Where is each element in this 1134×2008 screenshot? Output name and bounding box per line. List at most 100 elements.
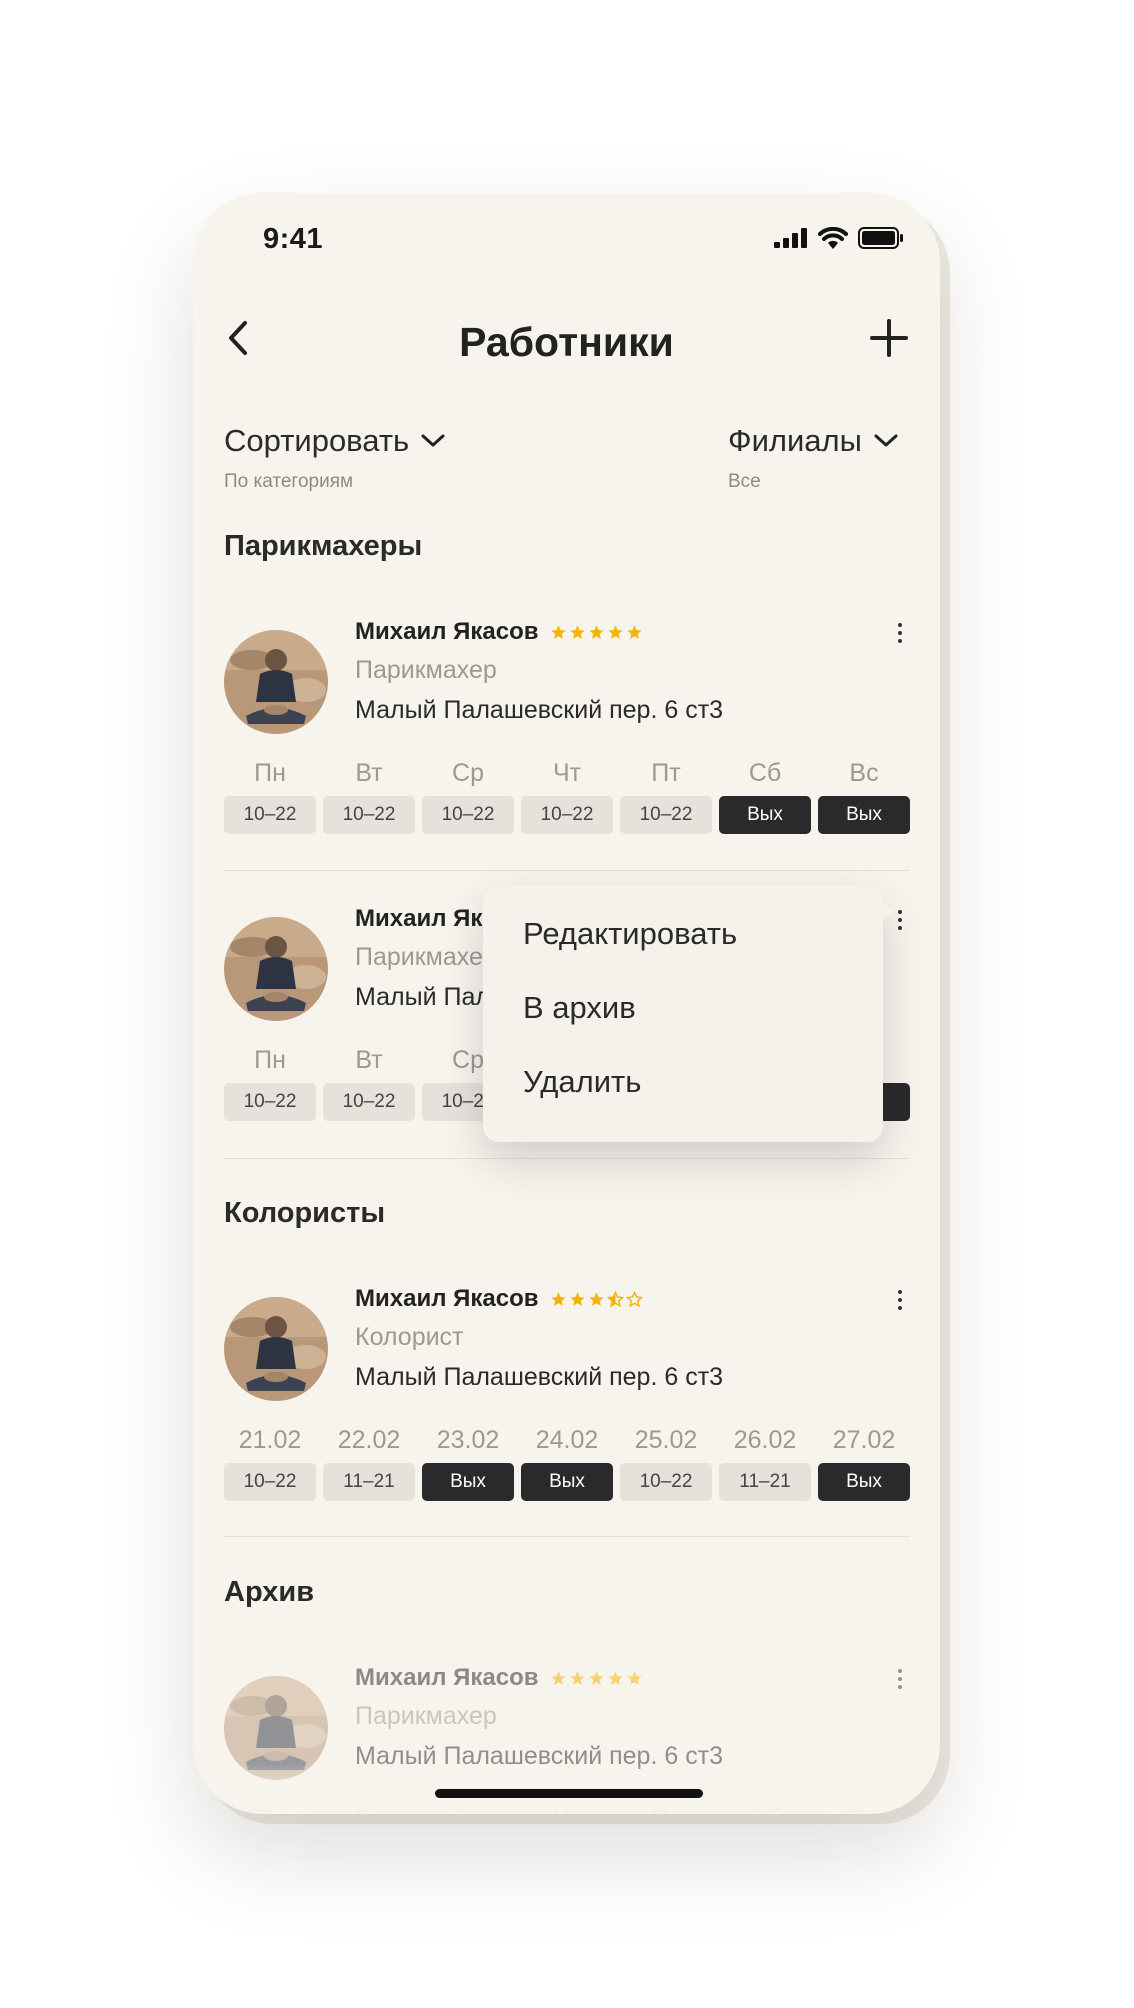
star-filled-icon (589, 1291, 605, 1306)
employee-address: Малый Палашевский пер. 6 ст3 (355, 696, 724, 724)
schedule-day: 23.02 Вых (422, 1423, 514, 1501)
employee-name: Михаил Якасов (355, 618, 539, 645)
status-icons (774, 227, 904, 249)
schedule-day-off-badge: Вых (521, 1463, 613, 1501)
section-title-colorists: Колористы (224, 1197, 386, 1229)
schedule-day-hours: 10–22 (224, 796, 316, 834)
schedule-day-label: 27.02 (832, 1426, 896, 1454)
star-filled-icon (551, 1670, 567, 1685)
nav-bar: Работники (193, 303, 940, 383)
schedule-row: 21.02 10–22 22.02 11–21 23.02 Вых 24.02 Вых 25.0… (224, 1423, 910, 1501)
schedule-day-label: 25.02 (634, 1426, 698, 1454)
employee-name: Михаил Якасов (355, 1285, 539, 1312)
star-filled-icon (551, 1291, 567, 1306)
status-time: 9:41 (263, 223, 324, 255)
schedule-day-hours: 11–21 (719, 1463, 811, 1501)
schedule-day-label: 24.02 (535, 1426, 599, 1454)
avatar-photo (224, 630, 328, 734)
star-filled-icon (570, 624, 586, 639)
rating-stars (550, 1670, 643, 1687)
page-title: Работники (459, 319, 674, 365)
schedule-day-label: Чт (552, 759, 582, 787)
schedule-day-hours: 10–22 (224, 1463, 316, 1501)
more-options-icon[interactable] (890, 618, 910, 648)
divider (224, 1536, 910, 1537)
schedule-day-hours: 10–22 (521, 796, 613, 834)
schedule-day: Ср 10–22 (422, 756, 514, 834)
schedule-row: Пн 10–22 Вт 10–22 Ср 10–22 Чт 10–22 Пт 10–22 Сб Вых… (224, 756, 910, 834)
more-options-icon[interactable] (890, 1285, 910, 1315)
schedule-day-hours: 10–22 (620, 796, 712, 834)
schedule-day: Вс Вых (818, 756, 910, 834)
schedule-day-hours: 10–22 (224, 1083, 316, 1121)
avatar (224, 917, 328, 1021)
schedule-day-label: 23.02 (436, 1426, 500, 1454)
schedule-day-label: 26.02 (733, 1426, 797, 1454)
schedule-day-label: 21.02 (238, 1426, 302, 1454)
schedule-day: 21.02 10–22 (224, 1423, 316, 1501)
schedule-day: Сб Вых (719, 756, 811, 834)
schedule-day-label: Вт (355, 1046, 383, 1074)
schedule-day-hours: 10–22 (422, 796, 514, 834)
menu-item-edit[interactable]: Редактировать (523, 916, 737, 952)
more-options-icon[interactable] (890, 905, 910, 935)
sort-filter[interactable]: Сортировать По категориям (224, 423, 445, 493)
sort-filter-value: По категориям (224, 471, 354, 492)
schedule-day-label: Сб (748, 759, 782, 787)
avatar-photo (224, 917, 328, 1021)
home-indicator[interactable] (435, 1789, 703, 1798)
schedule-day-hours: 10–22 (323, 1083, 415, 1121)
schedule-day-label: Пн (254, 1046, 286, 1074)
add-employee-button[interactable] (864, 313, 914, 363)
sort-filter-label: Сортировать (224, 423, 410, 458)
section-title-archive: Архив (224, 1576, 315, 1608)
schedule-day: 27.02 Вых (818, 1423, 910, 1501)
schedule-day-off-badge: Вых (422, 1463, 514, 1501)
cellular-signal-icon (774, 228, 807, 248)
divider (224, 870, 910, 871)
schedule-day: 26.02 11–21 (719, 1423, 811, 1501)
schedule-day-off-badge: Вых (818, 1463, 910, 1501)
schedule-day: 25.02 10–22 (620, 1423, 712, 1501)
avatar (224, 630, 328, 734)
schedule-day-hours: 10–22 (323, 796, 415, 834)
employee-name: Михаил Якасов (355, 1664, 539, 1691)
more-options-icon[interactable] (890, 1664, 910, 1694)
phone-screen: 9:41 Работники Сортировать По категориям… (193, 193, 940, 1814)
schedule-day: Вт 10–22 (323, 1043, 415, 1121)
star-filled-icon (551, 624, 567, 639)
star-filled-icon (589, 1670, 605, 1685)
branches-filter[interactable]: Филиалы Все (728, 423, 898, 493)
context-menu: Редактировать В архив Удалить (483, 886, 893, 1142)
schedule-day: Вт 10–22 (323, 756, 415, 834)
avatar (224, 1297, 328, 1401)
section-title-hairdressers: Парикмахеры (224, 530, 423, 562)
schedule-day-label: Пт (651, 759, 681, 787)
schedule-day-hours: 10–22 (620, 1463, 712, 1501)
chevron-down-icon (874, 434, 898, 447)
schedule-day: Пн 10–22 (224, 1043, 316, 1121)
star-filled-icon (570, 1670, 586, 1685)
branches-filter-label: Филиалы (728, 423, 862, 458)
avatar-photo (224, 1297, 328, 1401)
star-filled-icon (627, 1670, 643, 1685)
employee-role: Парикмахер (355, 1702, 497, 1730)
schedule-day-off-badge: Вых (818, 796, 910, 834)
schedule-day-label: Ср (452, 759, 484, 787)
employee-role: Парикмахер (355, 943, 497, 971)
schedule-day-off-badge: Вых (719, 796, 811, 834)
star-filled-icon (608, 1670, 624, 1685)
battery-icon (858, 227, 903, 249)
menu-item-delete[interactable]: Удалить (523, 1064, 641, 1100)
star-filled-icon (570, 1291, 586, 1306)
schedule-day-label: Пн (254, 759, 286, 787)
wifi-icon (818, 227, 848, 249)
star-filled-icon (589, 624, 605, 639)
context-menu-arrow (881, 900, 893, 922)
star-filled-icon (627, 624, 643, 639)
menu-item-archive[interactable]: В архив (523, 990, 636, 1026)
schedule-day-label: Вс (849, 759, 879, 787)
star-half-icon (607, 1290, 625, 1307)
plus-icon (870, 319, 908, 357)
star-empty-icon (626, 1290, 644, 1307)
